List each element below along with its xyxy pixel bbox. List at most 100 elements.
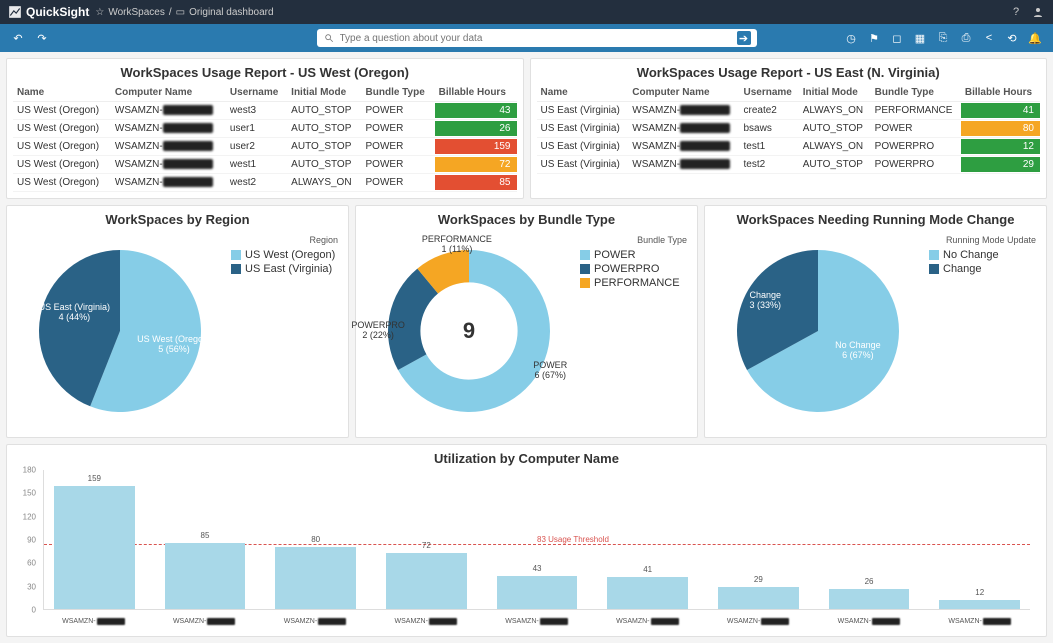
table-header[interactable]: Billable Hours bbox=[961, 84, 1040, 102]
report-east-title: WorkSpaces Usage Report - US East (N. Vi… bbox=[537, 65, 1041, 80]
ask-bar[interactable]: ➔ bbox=[317, 29, 757, 47]
table-row[interactable]: US East (Virginia) WSAMZN- test2 AUTO_ST… bbox=[537, 156, 1041, 174]
cell-computer-name: WSAMZN- bbox=[628, 120, 739, 138]
chart-region-title: WorkSpaces by Region bbox=[13, 212, 342, 227]
bar-value: 41 bbox=[607, 565, 688, 574]
export-icon[interactable]: ⎘ bbox=[935, 30, 951, 46]
cell-bundle: POWER bbox=[871, 120, 961, 138]
redaction bbox=[540, 618, 568, 625]
bar[interactable]: 26 bbox=[819, 470, 920, 609]
document-icon: ▭ bbox=[176, 7, 185, 18]
table-header[interactable]: Initial Mode bbox=[799, 84, 871, 102]
legend-label: US West (Oregon) bbox=[245, 249, 335, 261]
table-header[interactable]: Computer Name bbox=[628, 84, 739, 102]
table-row[interactable]: US West (Oregon) WSAMZN- west2 ALWAYS_ON… bbox=[13, 174, 517, 192]
legend-item[interactable]: POWER bbox=[580, 249, 687, 261]
table-header[interactable]: Computer Name bbox=[111, 84, 226, 102]
bar[interactable]: 72 bbox=[376, 470, 477, 609]
chart-utilization-viz[interactable]: 0306090120150180 83 Usage Threshold 1598… bbox=[13, 470, 1040, 630]
star-icon[interactable]: ☆ bbox=[95, 7, 104, 18]
bell-icon[interactable]: 🔔 bbox=[1027, 30, 1043, 46]
table-row[interactable]: US West (Oregon) WSAMZN- west3 AUTO_STOP… bbox=[13, 102, 517, 120]
table-row[interactable]: US West (Oregon) WSAMZN- user1 AUTO_STOP… bbox=[13, 120, 517, 138]
breadcrumb-workspace[interactable]: WorkSpaces bbox=[108, 7, 165, 18]
redaction bbox=[680, 141, 730, 151]
cell-computer-name: WSAMZN- bbox=[111, 174, 226, 192]
table-header[interactable]: Username bbox=[226, 84, 287, 102]
clock-icon[interactable]: ◷ bbox=[843, 30, 859, 46]
cell-computer-name: WSAMZN- bbox=[111, 138, 226, 156]
x-label: WSAMZN- bbox=[486, 612, 587, 630]
submit-icon[interactable]: ➔ bbox=[737, 31, 751, 45]
schedule-icon[interactable]: ▦ bbox=[912, 30, 928, 46]
cell-username: test2 bbox=[740, 156, 799, 174]
redaction bbox=[680, 123, 730, 133]
chart-bundle-panel: WorkSpaces by Bundle Type 9 POWER6 (67%)… bbox=[355, 205, 698, 438]
flag-icon[interactable]: ⚑ bbox=[866, 30, 882, 46]
legend-swatch bbox=[580, 250, 590, 260]
redaction bbox=[680, 159, 730, 169]
legend-label: US East (Virginia) bbox=[245, 263, 332, 275]
user-icon[interactable] bbox=[1031, 5, 1045, 19]
bar[interactable]: 159 bbox=[44, 470, 145, 609]
cell-username: user1 bbox=[226, 120, 287, 138]
table-header[interactable]: Name bbox=[13, 84, 111, 102]
chart-bundle-viz[interactable]: 9 POWER6 (67%) POWERPRO2 (22%) PERFORMAN… bbox=[362, 231, 576, 431]
app-logo[interactable]: QuickSight bbox=[8, 5, 89, 19]
cell-bundle: POWER bbox=[362, 102, 435, 120]
table-header[interactable]: Bundle Type bbox=[362, 84, 435, 102]
legend-item[interactable]: PERFORMANCE bbox=[580, 277, 687, 289]
table-header[interactable]: Initial Mode bbox=[287, 84, 361, 102]
bar[interactable]: 12 bbox=[929, 470, 1030, 609]
legend-item[interactable]: Change bbox=[929, 263, 1036, 275]
toolbar: ↶ ↷ ➔ ◷ ⚑ ◻ ▦ ⎘ ⎙ < ⟲ 🔔 bbox=[0, 24, 1053, 52]
print-icon[interactable]: ⎙ bbox=[958, 30, 974, 46]
legend-label: Change bbox=[943, 263, 982, 275]
legend-swatch bbox=[580, 278, 590, 288]
cell-computer-name: WSAMZN- bbox=[628, 102, 739, 120]
cell-mode: AUTO_STOP bbox=[287, 156, 361, 174]
cell-username: west2 bbox=[226, 174, 287, 192]
bar[interactable]: 80 bbox=[265, 470, 366, 609]
legend-swatch bbox=[929, 250, 939, 260]
cell-username: bsaws bbox=[740, 120, 799, 138]
cell-bundle: POWER bbox=[362, 174, 435, 192]
table-header[interactable]: Bundle Type bbox=[871, 84, 961, 102]
table-header[interactable]: Billable Hours bbox=[435, 84, 517, 102]
chart-bundle-legend: Bundle Type POWERPOWERPROPERFORMANCE bbox=[576, 231, 691, 431]
undo-icon[interactable]: ↶ bbox=[10, 30, 26, 46]
cell-computer-name: WSAMZN- bbox=[111, 156, 226, 174]
table-row[interactable]: US East (Virginia) WSAMZN- create2 ALWAY… bbox=[537, 102, 1041, 120]
bar[interactable]: 29 bbox=[708, 470, 809, 609]
bar[interactable]: 85 bbox=[155, 470, 256, 609]
table-header[interactable]: Name bbox=[537, 84, 629, 102]
table-row[interactable]: US West (Oregon) WSAMZN- user2 AUTO_STOP… bbox=[13, 138, 517, 156]
bar-value: 43 bbox=[497, 564, 578, 573]
cell-computer-name: WSAMZN- bbox=[111, 120, 226, 138]
redaction bbox=[651, 618, 679, 625]
cell-hours: 85 bbox=[435, 174, 517, 192]
chart-runmode-viz[interactable]: No Change6 (67%) Change3 (33%) bbox=[711, 231, 925, 431]
table-row[interactable]: US East (Virginia) WSAMZN- bsaws AUTO_ST… bbox=[537, 120, 1041, 138]
legend-item[interactable]: US East (Virginia) bbox=[231, 263, 338, 275]
breadcrumb-dashboard[interactable]: Original dashboard bbox=[189, 7, 274, 18]
chart-region-viz[interactable]: US West (Oregon)5 (56%) US East (Virgini… bbox=[13, 231, 227, 431]
legend-item[interactable]: POWERPRO bbox=[580, 263, 687, 275]
bar[interactable]: 41 bbox=[597, 470, 698, 609]
refresh-icon[interactable]: ⟲ bbox=[1004, 30, 1020, 46]
redo-icon[interactable]: ↷ bbox=[34, 30, 50, 46]
bookmark-icon[interactable]: ◻ bbox=[889, 30, 905, 46]
breadcrumb: ☆ WorkSpaces / ▭ Original dashboard bbox=[95, 7, 273, 18]
table-row[interactable]: US West (Oregon) WSAMZN- west1 AUTO_STOP… bbox=[13, 156, 517, 174]
legend-item[interactable]: No Change bbox=[929, 249, 1036, 261]
redaction bbox=[163, 141, 213, 151]
legend-swatch bbox=[929, 264, 939, 274]
table-header[interactable]: Username bbox=[740, 84, 799, 102]
chart-utilization-panel: Utilization by Computer Name 03060901201… bbox=[6, 444, 1047, 637]
search-input[interactable] bbox=[340, 33, 732, 44]
legend-title: Region bbox=[231, 235, 338, 245]
share-icon[interactable]: < bbox=[981, 30, 997, 46]
table-row[interactable]: US East (Virginia) WSAMZN- test1 ALWAYS_… bbox=[537, 138, 1041, 156]
help-icon[interactable]: ? bbox=[1009, 5, 1023, 19]
legend-item[interactable]: US West (Oregon) bbox=[231, 249, 338, 261]
